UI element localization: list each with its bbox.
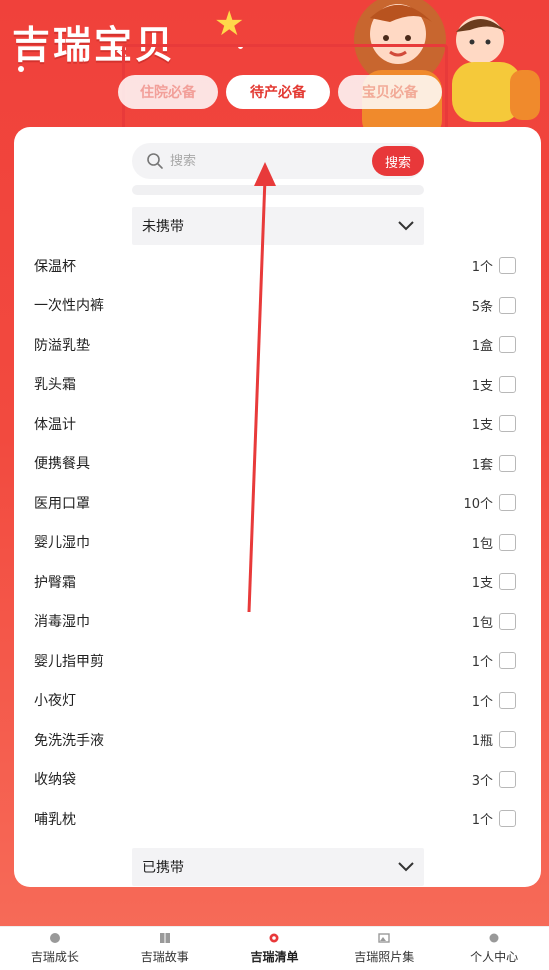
book-icon	[159, 933, 170, 943]
uncarried-group-label: 未携带	[142, 219, 184, 235]
item-checkbox[interactable]	[499, 691, 516, 709]
list-item[interactable]: 小夜灯 1个	[14, 681, 541, 721]
list-item[interactable]: 防溢乳垫 1盒	[14, 325, 541, 365]
tab-hospital[interactable]: 住院必备	[118, 75, 218, 109]
item-name: 便携餐具	[34, 456, 90, 473]
tabbar-label: 吉瑞清单	[250, 950, 299, 964]
item-name: 婴儿湿巾	[34, 535, 90, 552]
list-item[interactable]: 体温计 1支	[14, 404, 541, 444]
photo-icon	[378, 933, 390, 943]
list-item[interactable]: 一次性内裤 5条	[14, 286, 541, 326]
item-checkbox[interactable]	[499, 533, 516, 551]
tabbar-item-checklist[interactable]: 吉瑞清单	[220, 927, 330, 970]
item-checkbox[interactable]	[499, 731, 516, 749]
item-name: 乳头霜	[34, 377, 76, 394]
checklist-card: 搜索 未携带 保温杯1个一次性内裤5条防溢乳垫1盒乳头霜1支体温计1支便携餐具1…	[14, 127, 541, 887]
tabbar-item-profile[interactable]: 个人中心	[439, 927, 549, 970]
item-quantity: 1个	[471, 655, 493, 671]
category-tabs: 住院必备 待产必备 宝贝必备	[118, 75, 442, 109]
item-quantity: 1支	[471, 378, 493, 394]
star-icon: ★	[214, 4, 245, 44]
tabbar-item-photos[interactable]: 吉瑞照片集	[329, 927, 439, 970]
list-item[interactable]: 婴儿湿巾 1包	[14, 523, 541, 563]
list-item[interactable]: 免洗洗手液 1瓶	[14, 720, 541, 760]
item-checkbox[interactable]	[499, 573, 516, 591]
item-checkbox[interactable]	[499, 296, 516, 314]
list-item[interactable]: 保温杯 1个	[14, 246, 541, 286]
carried-group-label: 已携带	[142, 860, 184, 876]
item-name: 哺乳枕	[34, 811, 76, 828]
list-item[interactable]: 便携餐具 1套	[14, 444, 541, 484]
tabbar-label: 吉瑞故事	[140, 950, 189, 964]
scroll-strip	[132, 185, 424, 195]
tab-baby[interactable]: 宝贝必备	[338, 75, 442, 109]
item-quantity: 1包	[471, 615, 493, 631]
item-quantity: 1个	[471, 694, 493, 710]
search-input[interactable]	[170, 143, 360, 179]
chevron-down-icon	[398, 862, 414, 872]
item-quantity: 10个	[463, 497, 493, 513]
item-checkbox[interactable]	[499, 652, 516, 670]
carried-group-header[interactable]: 已携带	[132, 848, 424, 886]
search-button[interactable]: 搜索	[372, 146, 424, 176]
item-checkbox[interactable]	[499, 454, 516, 472]
item-checkbox[interactable]	[499, 494, 516, 512]
growth-icon	[49, 933, 60, 943]
item-name: 消毒湿巾	[34, 614, 90, 631]
item-list: 保温杯 1个 一次性内裤 5条 防溢乳垫 1盒 乳头霜 1支 体温计 1支 便携餐具 1套 医用口罩 10…	[14, 246, 541, 839]
list-item[interactable]: 消毒湿巾 1包	[14, 602, 541, 642]
uncarried-group-header[interactable]: 未携带	[132, 207, 424, 245]
list-gear-icon	[269, 933, 279, 943]
user-icon	[489, 933, 499, 943]
search-icon	[147, 153, 163, 169]
item-quantity: 1支	[471, 418, 493, 434]
item-quantity: 1个	[471, 260, 493, 276]
decor-dot	[18, 66, 24, 72]
item-quantity: 1包	[471, 536, 493, 552]
item-quantity: 1个	[471, 813, 493, 829]
item-checkbox[interactable]	[499, 415, 516, 433]
list-item[interactable]: 婴儿指甲剪 1个	[14, 641, 541, 681]
tabbar-label: 个人中心	[470, 950, 519, 964]
item-checkbox[interactable]	[499, 336, 516, 354]
item-quantity: 1瓶	[471, 734, 493, 750]
chevron-down-icon	[398, 221, 414, 231]
item-name: 体温计	[34, 416, 76, 433]
item-name: 一次性内裤	[34, 298, 104, 315]
tab-pre-delivery[interactable]: 待产必备	[226, 75, 330, 109]
item-checkbox[interactable]	[499, 770, 516, 788]
item-name: 防溢乳垫	[34, 337, 90, 354]
item-name: 保温杯	[34, 258, 76, 275]
bottom-tab-bar: 吉瑞成长 吉瑞故事 吉瑞清单 吉瑞照片集 个人中心	[0, 926, 549, 970]
item-name: 收纳袋	[34, 772, 76, 789]
item-quantity: 1盒	[471, 339, 493, 355]
search-bar: 搜索	[132, 143, 424, 179]
item-checkbox[interactable]	[499, 810, 516, 828]
item-quantity: 1套	[471, 457, 493, 473]
item-name: 医用口罩	[34, 495, 90, 512]
item-quantity: 1支	[471, 576, 493, 592]
item-name: 免洗洗手液	[34, 732, 104, 749]
tabbar-label: 吉瑞照片集	[354, 950, 415, 964]
tabbar-item-story[interactable]: 吉瑞故事	[110, 927, 220, 970]
list-item[interactable]: 护臀霜 1支	[14, 562, 541, 602]
item-checkbox[interactable]	[499, 375, 516, 393]
tabbar-label: 吉瑞成长	[30, 950, 79, 964]
list-item[interactable]: 收纳袋 3个	[14, 760, 541, 800]
tabbar-item-growth[interactable]: 吉瑞成长	[0, 927, 110, 970]
item-quantity: 5条	[471, 299, 493, 315]
item-name: 婴儿指甲剪	[34, 653, 104, 670]
item-quantity: 3个	[471, 773, 493, 789]
list-item[interactable]: 医用口罩 10个	[14, 483, 541, 523]
item-checkbox[interactable]	[499, 612, 516, 630]
item-name: 护臀霜	[34, 574, 76, 591]
list-item[interactable]: 乳头霜 1支	[14, 365, 541, 405]
list-item[interactable]: 哺乳枕 1个	[14, 799, 541, 839]
item-checkbox[interactable]	[499, 257, 516, 275]
item-name: 小夜灯	[34, 693, 76, 710]
